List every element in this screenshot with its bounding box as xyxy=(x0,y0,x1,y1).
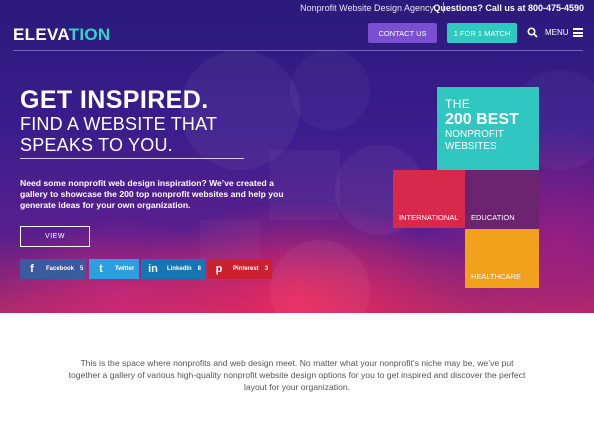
tile-line-4-text: WEBSITES xyxy=(445,141,497,152)
share-label: Facebook xyxy=(46,266,75,272)
tile-line-3: NONPROFIT WEBSITES xyxy=(445,129,504,153)
share-pinterest-button[interactable]: p Pinterest 3 xyxy=(207,259,272,279)
phone-link[interactable]: Questions? Call us at 800-475-4590 xyxy=(433,3,584,13)
hero-subheading: FIND A WEBSITE THAT SPEAKS TO YOU. xyxy=(20,114,217,155)
facebook-icon: f xyxy=(30,263,34,275)
top-bar: Nonprofit Website Design Agency Question… xyxy=(0,0,594,16)
pinterest-icon: p xyxy=(215,263,223,275)
share-count: 8 xyxy=(197,266,202,272)
education-tile[interactable]: EDUCATION xyxy=(465,170,539,229)
menu-label[interactable]: MENU xyxy=(545,28,569,37)
international-tile[interactable]: INTERNATIONAL xyxy=(393,170,465,228)
share-label: LinkedIn xyxy=(167,266,192,272)
share-label: Twitter xyxy=(115,266,135,272)
healthcare-tile[interactable]: HEALTHCARE xyxy=(465,229,539,288)
agency-link[interactable]: Nonprofit Website Design Agency xyxy=(300,3,434,13)
tile-line-3-text: NONPROFIT xyxy=(445,129,504,140)
share-linkedin-button[interactable]: in LinkedIn 8 xyxy=(141,259,205,279)
tile-line-1: THE xyxy=(445,97,471,111)
hero-heading: GET INSPIRED. xyxy=(20,86,209,114)
share-count: 3 xyxy=(264,266,269,272)
view-button[interactable]: VIEW xyxy=(20,226,90,247)
intro-text: This is the space where nonprofits and w… xyxy=(68,358,526,392)
tile-line-2: 200 BEST xyxy=(445,111,519,128)
share-label: Pinterest xyxy=(233,266,259,272)
twitter-icon: t xyxy=(99,263,103,275)
share-count: 5 xyxy=(80,266,84,272)
share-facebook-button[interactable]: f Facebook 5 xyxy=(20,259,86,279)
logo[interactable]: ELEVATION xyxy=(13,25,110,45)
hamburger-icon[interactable] xyxy=(573,28,583,37)
international-label: INTERNATIONAL xyxy=(399,213,459,222)
hero-section: Nonprofit Website Design Agency Question… xyxy=(0,0,594,313)
contact-us-button[interactable]: CONTACT US xyxy=(368,23,437,43)
search-icon[interactable] xyxy=(527,27,538,38)
healthcare-label: HEALTHCARE xyxy=(471,272,521,281)
match-button[interactable]: 1 FOR 1 MATCH xyxy=(447,23,517,43)
linkedin-icon: in xyxy=(148,263,158,275)
hero-description: Need some nonprofit web design inspirati… xyxy=(20,178,284,210)
best-websites-tile[interactable]: THE 200 BEST NONPROFIT WEBSITES xyxy=(437,87,539,170)
logo-accent-text: TION xyxy=(68,25,111,44)
logo-text: ELEVA xyxy=(13,25,69,44)
nav-divider xyxy=(13,50,583,51)
education-label: EDUCATION xyxy=(471,213,515,222)
share-twitter-button[interactable]: t Twitter xyxy=(89,259,139,279)
hero-divider xyxy=(20,158,244,159)
